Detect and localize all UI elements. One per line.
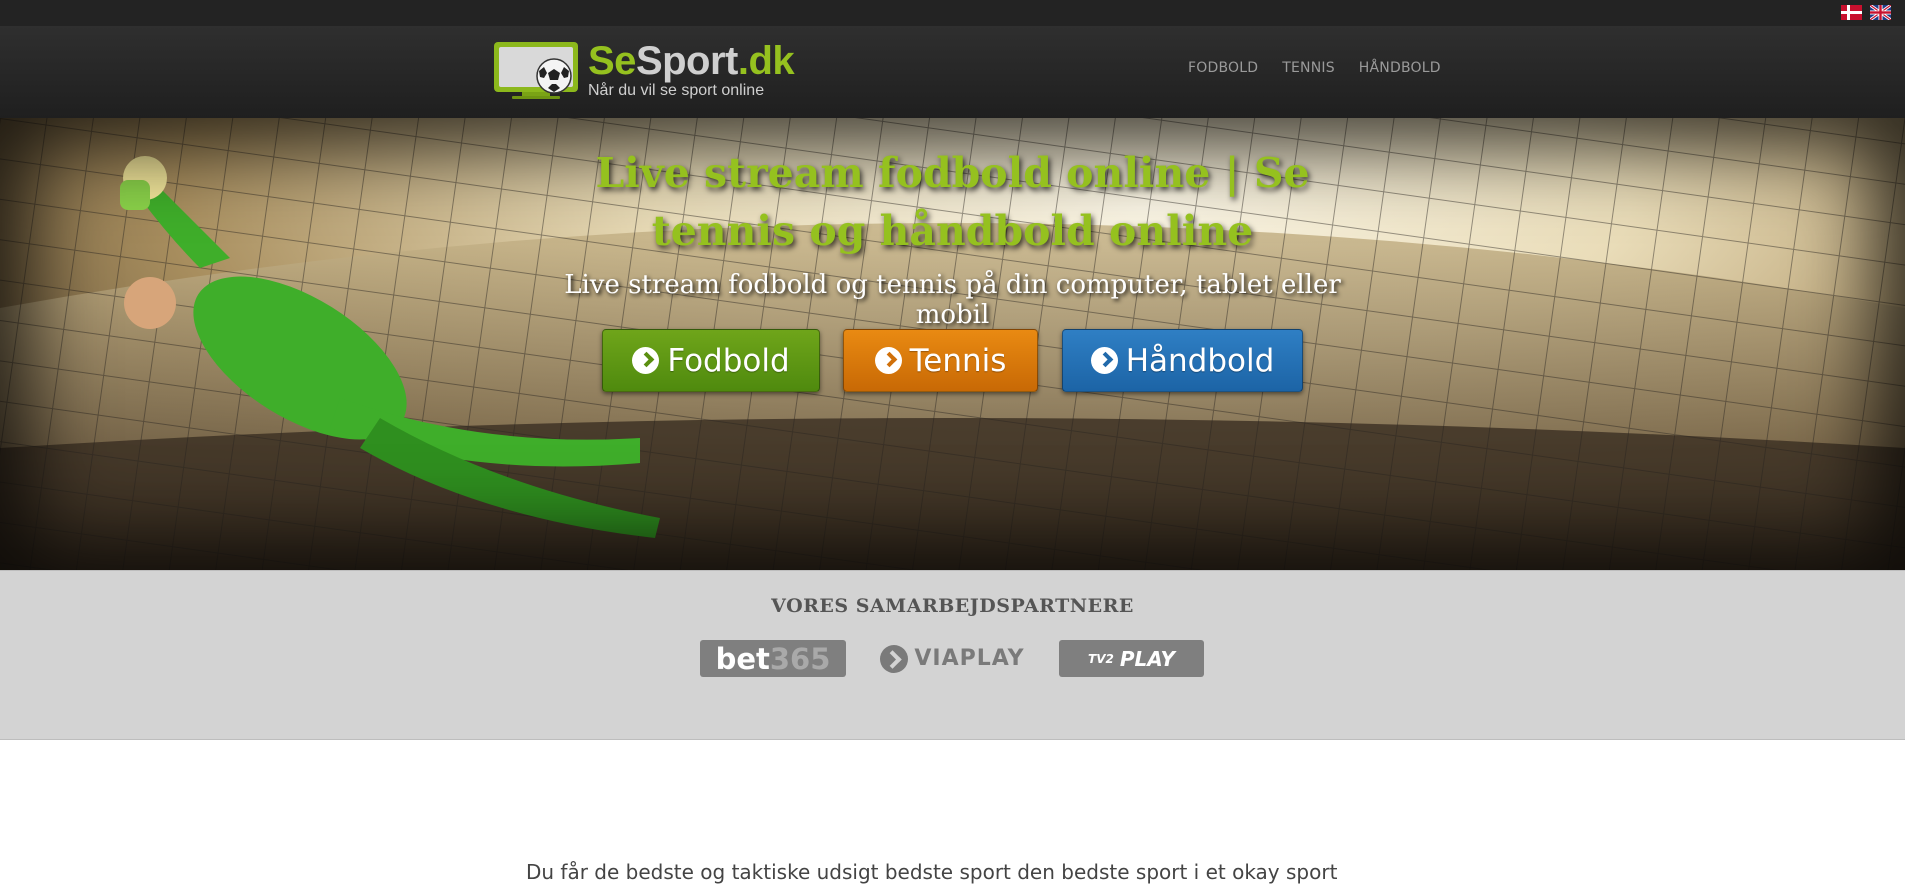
tennis-button[interactable]: Tennis xyxy=(843,329,1038,392)
nav-link-fodbold[interactable]: FODBOLD xyxy=(1188,60,1258,76)
flag-dk-icon[interactable] xyxy=(1841,5,1862,20)
site-header: SeSport.dk Når du vil se sport online FO… xyxy=(0,26,1905,118)
top-bar xyxy=(0,0,1905,26)
brand-tagline: Når du vil se sport online xyxy=(588,82,765,99)
nav-link-handbold[interactable]: HÅNDBOLD xyxy=(1359,60,1441,76)
tv2play-logo[interactable]: TV2 PLAY xyxy=(1059,640,1204,677)
chevron-circle-right-icon xyxy=(874,347,902,374)
chevron-circle-right-icon xyxy=(1090,347,1118,374)
partners-title: VORES SAMARBEJDSPARTNERE xyxy=(771,595,1134,617)
language-switcher xyxy=(1841,5,1891,20)
chevron-circle-right-icon xyxy=(632,347,660,374)
fodbold-button[interactable]: Fodbold xyxy=(602,329,820,392)
brand-name: SeSport.dk xyxy=(588,39,795,83)
tennis-button-label: Tennis xyxy=(909,342,1007,379)
hero-banner: Live stream fodbold online | Se tennis o… xyxy=(0,118,1905,570)
bet365-logo[interactable]: bet 365 xyxy=(700,640,846,677)
flag-gb-icon[interactable] xyxy=(1870,5,1891,20)
main-nav: FODBOLD TENNIS HÅNDBOLD xyxy=(1188,60,1441,76)
handbold-button-label: Håndbold xyxy=(1125,342,1275,379)
viaplay-play-icon xyxy=(880,644,909,673)
handbold-button[interactable]: Håndbold xyxy=(1062,329,1303,392)
site-logo[interactable]: SeSport.dk Når du vil se sport online xyxy=(492,39,795,100)
fodbold-button-label: Fodbold xyxy=(667,342,790,379)
nav-link-tennis[interactable]: TENNIS xyxy=(1282,60,1335,76)
hero-subtitle: Live stream fodbold og tennis på din com… xyxy=(564,270,1341,330)
partners-section: VORES SAMARBEJDSPARTNERE bet 365 VIAPLAY … xyxy=(0,570,1905,740)
viaplay-logo[interactable]: VIAPLAY xyxy=(880,640,1025,677)
hero-title: Live stream fodbold online | Se tennis o… xyxy=(595,149,1310,255)
tv-football-icon xyxy=(492,40,580,100)
intro-text: Du får de bedste og taktiske udsigt beds… xyxy=(526,860,1338,884)
